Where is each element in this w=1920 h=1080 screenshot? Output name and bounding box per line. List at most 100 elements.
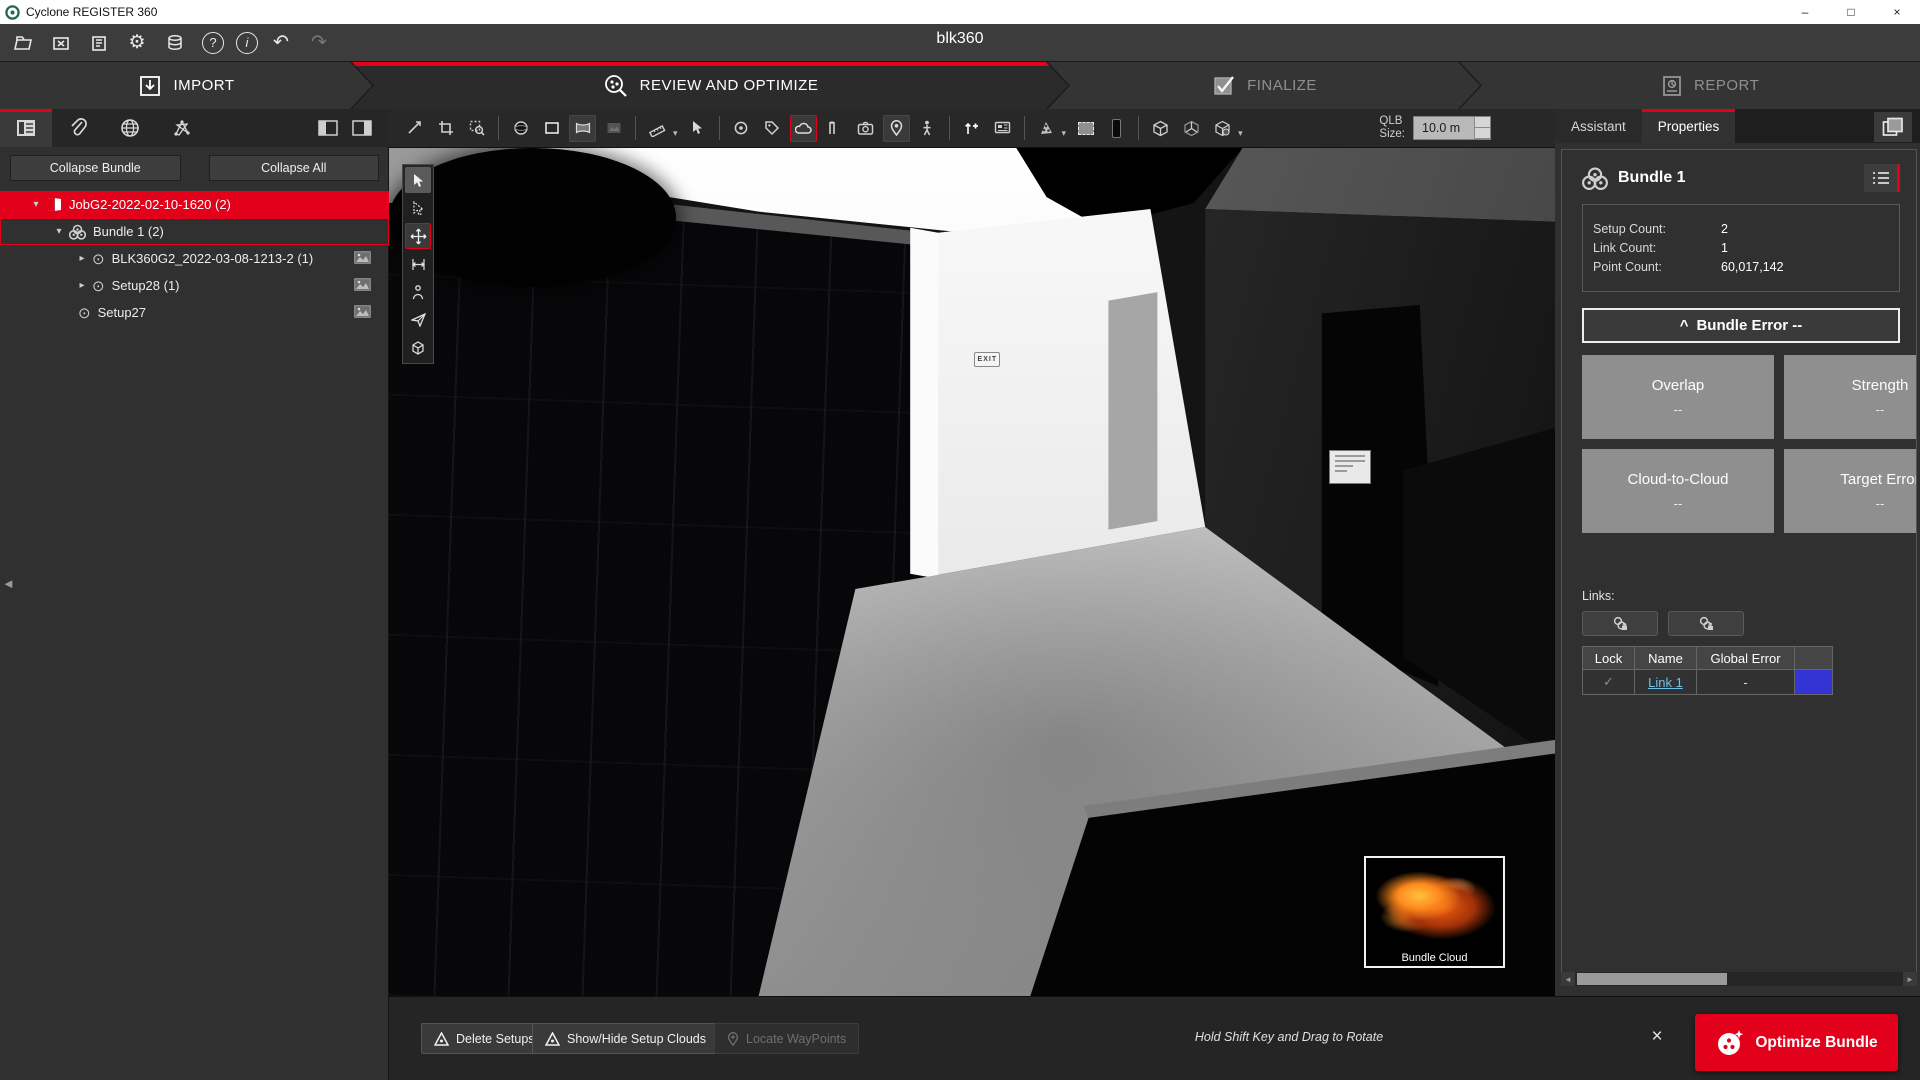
sphere-view-icon[interactable] xyxy=(507,115,534,142)
close-project-icon[interactable] xyxy=(46,28,76,58)
open-project-icon[interactable] xyxy=(8,28,38,58)
tree-item-setup28[interactable]: ▸ ⊙ Setup28 (1) xyxy=(0,272,389,299)
target-icon[interactable] xyxy=(728,115,755,142)
scrollbar-thumb[interactable] xyxy=(1577,973,1727,985)
export-truck-icon[interactable] xyxy=(989,115,1016,142)
tab-finalize[interactable]: FINALIZE xyxy=(1048,62,1480,109)
measure-ruler-icon[interactable] xyxy=(644,115,671,142)
bundle-list-menu-icon[interactable] xyxy=(1864,164,1900,192)
web-globe-icon[interactable] xyxy=(104,109,156,147)
multi-select-icon[interactable] xyxy=(405,195,431,221)
orbit-pan-icon[interactable] xyxy=(405,223,431,249)
link-name-link[interactable]: Link 1 xyxy=(1635,670,1697,695)
camera-icon[interactable] xyxy=(852,115,879,142)
caret-right-icon[interactable]: ▸ xyxy=(76,253,88,264)
bundle-cloud-thumbnail[interactable]: Bundle Cloud xyxy=(1364,856,1505,968)
unify-clouds-icon[interactable] xyxy=(401,115,428,142)
setup-elevation-icon[interactable] xyxy=(958,115,985,142)
qlb-size-spinner[interactable]: 10.0 m xyxy=(1413,116,1491,140)
image-view-icon[interactable] xyxy=(600,115,627,142)
slider-icon[interactable] xyxy=(1103,115,1130,142)
tree-item-bundle[interactable]: ▾ Bundle 1 (2) xyxy=(0,218,389,245)
point-cloud-viewport[interactable]: EXIT Bundle Cloud xyxy=(389,148,1555,996)
cube-image-icon[interactable] xyxy=(1209,115,1236,142)
caret-down-icon[interactable]: ▾ xyxy=(53,226,65,237)
dropdown-caret-icon[interactable]: ▾ xyxy=(1238,128,1243,139)
pipe-icon[interactable] xyxy=(821,115,848,142)
tag-icon[interactable] xyxy=(759,115,786,142)
close-button[interactable]: × xyxy=(1874,0,1920,24)
fly-navigation-icon[interactable] xyxy=(405,307,431,333)
settings-gear-icon[interactable]: ⚙ xyxy=(122,28,152,58)
link-color-swatch[interactable] xyxy=(1795,670,1833,695)
window-title: Cyclone REGISTER 360 xyxy=(26,5,157,19)
panel-layout-right-icon[interactable] xyxy=(349,116,375,140)
tab-review-and-optimize[interactable]: REVIEW AND OPTIMIZE xyxy=(352,62,1068,109)
tab-assistant[interactable]: Assistant xyxy=(1555,109,1642,143)
pedestrian-icon[interactable] xyxy=(914,115,941,142)
link-row[interactable]: ✓ Link 1 - xyxy=(1583,670,1833,695)
caret-right-icon[interactable]: ▸ xyxy=(76,280,88,291)
axis-cube-icon[interactable] xyxy=(1178,115,1205,142)
view-cube-icon[interactable] xyxy=(1147,115,1174,142)
panel-collapse-chevron[interactable]: ◄ xyxy=(2,576,15,591)
scroll-right-icon[interactable]: ► xyxy=(1903,972,1917,986)
storage-database-icon[interactable] xyxy=(160,28,190,58)
cloud-icon[interactable] xyxy=(790,115,817,142)
horizontal-scrollbar[interactable]: ◄ ► xyxy=(1561,972,1917,986)
link-lock-checkbox[interactable]: ✓ xyxy=(1583,670,1635,695)
metric-strength: Strength -- xyxy=(1784,355,1917,439)
help-icon[interactable]: ? xyxy=(202,32,224,54)
tab-properties[interactable]: Properties xyxy=(1642,109,1736,143)
col-lock: Lock xyxy=(1583,647,1635,670)
project-explorer-icon[interactable] xyxy=(0,109,52,147)
selection-box-icon[interactable] xyxy=(1072,115,1099,142)
plane-select-icon[interactable] xyxy=(538,115,565,142)
waypoint-pin-icon[interactable] xyxy=(883,115,910,142)
attachments-paperclip-icon[interactable] xyxy=(52,109,104,147)
bundle-icon xyxy=(1582,166,1608,191)
crop-region-icon[interactable] xyxy=(432,115,459,142)
caret-down-icon[interactable]: ▾ xyxy=(30,199,42,210)
tree-item-setup27[interactable]: ⊙ Setup27 xyxy=(0,299,389,326)
delete-setups-button[interactable]: Delete Setups xyxy=(421,1023,548,1054)
bundle-error-label: Bundle Error -- xyxy=(1696,317,1802,334)
panel-toggle-icon[interactable] xyxy=(1874,112,1912,142)
tab-import[interactable]: IMPORT xyxy=(0,62,372,109)
person-view-icon[interactable] xyxy=(405,279,431,305)
dropdown-caret-icon[interactable]: ▾ xyxy=(673,128,678,139)
panel-layout-left-icon[interactable] xyxy=(315,116,341,140)
show-hide-setup-clouds-button[interactable]: Show/Hide Setup Clouds xyxy=(532,1023,719,1054)
redo-icon: ↷ xyxy=(304,28,334,58)
optimize-bundle-button[interactable]: Optimize Bundle xyxy=(1695,1014,1898,1071)
sitemap-graph-icon[interactable] xyxy=(156,109,208,147)
unified-cube-icon[interactable] xyxy=(405,335,431,361)
floorplan-icon[interactable] xyxy=(1033,115,1060,142)
collapse-all-button[interactable]: Collapse All xyxy=(209,155,380,181)
minimize-button[interactable]: – xyxy=(1782,0,1828,24)
maximize-button[interactable]: □ xyxy=(1828,0,1874,24)
delete-setups-label: Delete Setups xyxy=(456,1032,535,1046)
zoom-window-icon[interactable] xyxy=(463,115,490,142)
select-arrow-icon[interactable] xyxy=(405,167,431,193)
info-icon[interactable]: i xyxy=(236,32,258,54)
tree-item-job[interactable]: ▾ JobG2-2022-02-10-1620 (2) xyxy=(0,191,389,218)
metric-value: -- xyxy=(1674,402,1683,417)
scroll-left-icon[interactable]: ◄ xyxy=(1561,972,1575,986)
bundle-error-header[interactable]: ^ Bundle Error -- xyxy=(1582,308,1900,343)
measure-distance-icon[interactable] xyxy=(405,251,431,277)
report-document-icon xyxy=(1660,74,1684,98)
panorama-view-icon[interactable] xyxy=(569,115,596,142)
tab-report[interactable]: REPORT xyxy=(1460,62,1920,109)
close-toolbar-icon[interactable]: × xyxy=(1641,1021,1673,1053)
project-card-icon[interactable] xyxy=(84,28,114,58)
dropdown-caret-icon[interactable]: ▾ xyxy=(1062,128,1067,139)
link-lock-icon[interactable] xyxy=(1582,611,1658,636)
tree-item-blk360-setup[interactable]: ▸ ⊙ BLK360G2_2022-03-08-1213-2 (1) xyxy=(0,245,389,272)
measure-pick-icon[interactable] xyxy=(684,115,711,142)
undo-icon[interactable]: ↶ xyxy=(266,28,296,58)
link-unlock-icon[interactable] xyxy=(1668,611,1744,636)
collapse-bundle-button[interactable]: Collapse Bundle xyxy=(10,155,181,181)
right-panel-tabs: Assistant Properties xyxy=(1555,109,1920,143)
spinner-buttons[interactable] xyxy=(1474,117,1490,139)
